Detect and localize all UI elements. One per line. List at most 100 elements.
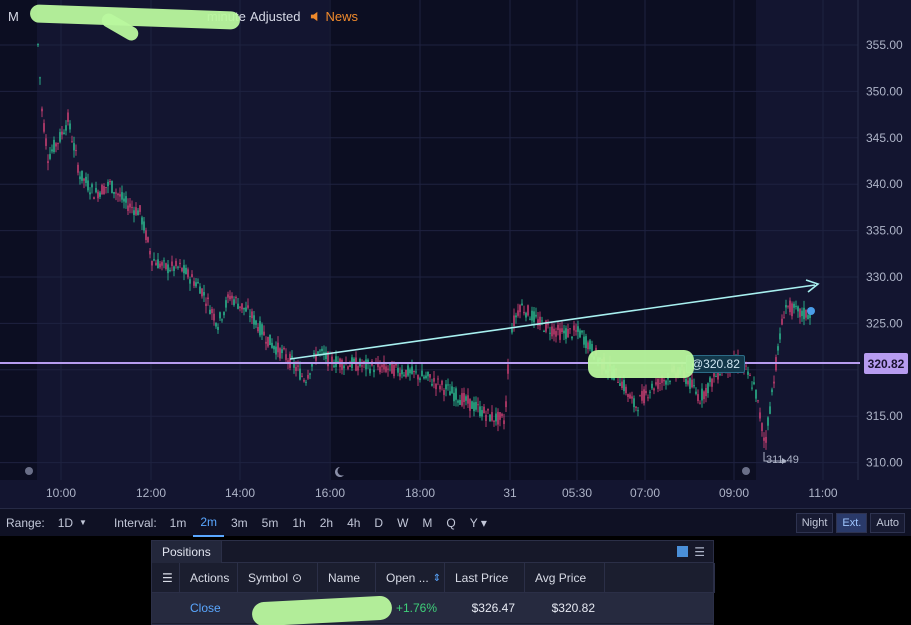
interval-y[interactable]: Y ▾	[463, 509, 494, 537]
interval-m[interactable]: M	[415, 509, 439, 537]
close-position-link[interactable]: Close	[180, 593, 238, 623]
candle-body	[175, 260, 177, 267]
interval-d[interactable]: D	[367, 509, 390, 537]
candle-body	[639, 395, 641, 397]
interval-q[interactable]: Q	[439, 509, 462, 537]
candle-body	[81, 170, 83, 181]
candle-body	[551, 326, 553, 337]
candle-body	[617, 381, 619, 383]
candle-body	[705, 388, 707, 397]
candle-body	[149, 250, 151, 255]
candle-body	[695, 391, 697, 394]
night-button[interactable]: Night	[795, 512, 834, 533]
candle-body	[641, 391, 643, 401]
candle-body	[485, 414, 487, 421]
candle-body	[785, 305, 787, 308]
candle-body	[59, 132, 61, 142]
col-avg-price[interactable]: Avg Price	[525, 563, 605, 593]
auto-button[interactable]: Auto	[870, 512, 905, 533]
symbol-title[interactable]: M	[8, 9, 19, 24]
candle-body	[503, 420, 505, 425]
candle-body	[207, 297, 209, 300]
col-symbol[interactable]: Symbol ⊙	[238, 563, 318, 593]
interval-2h[interactable]: 2h	[313, 509, 340, 537]
candle-body	[483, 406, 485, 414]
candle-body	[755, 389, 757, 399]
candle-body	[569, 328, 571, 330]
time-axis[interactable]: 10:00 12:00 14:00 16:00 18:00 31 05:30 07:00 09:…	[46, 486, 838, 500]
candle-body	[697, 394, 699, 401]
chart-area[interactable]: 355.00 350.00 345.00 340.00 335.00 330.00 325.…	[0, 0, 911, 508]
candle-body	[715, 376, 717, 378]
candle-body	[303, 379, 305, 382]
interval-2m[interactable]: 2m	[193, 509, 224, 537]
candle-body	[621, 381, 623, 389]
candle-body	[501, 413, 503, 417]
candle-body	[325, 351, 327, 359]
pin-marker-icon[interactable]	[807, 307, 815, 315]
candle-body	[277, 342, 279, 353]
col-actions[interactable]: Actions	[180, 563, 238, 593]
ext-button[interactable]: Ext.	[836, 512, 868, 533]
price-tick-label: 330.00	[866, 270, 903, 284]
candle-body	[579, 330, 581, 338]
candle-body	[437, 378, 439, 380]
settings-icon[interactable]: ⊙	[292, 571, 302, 585]
col-name[interactable]: Name	[318, 563, 376, 593]
interval-1h[interactable]: 1h	[285, 509, 312, 537]
redaction-mark-3	[588, 350, 694, 378]
candle-body	[419, 378, 421, 381]
position-price-tag[interactable]: @320.82	[686, 355, 745, 373]
col-last-price[interactable]: Last Price	[445, 563, 525, 593]
candle-body	[751, 387, 753, 389]
candle-body	[649, 391, 651, 393]
candle-body	[133, 210, 135, 215]
menu-icon[interactable]: ☰	[152, 563, 180, 593]
candle-body	[397, 367, 399, 373]
interval-label: Interval:	[113, 515, 157, 530]
price-tick-label: 340.00	[866, 177, 903, 191]
interval-4h[interactable]: 4h	[340, 509, 367, 537]
interval-3m[interactable]: 3m	[224, 509, 255, 537]
price-axis[interactable]: 355.00 350.00 345.00 340.00 335.00 330.00 325.…	[866, 38, 903, 470]
candle-body	[83, 178, 85, 181]
current-price-label: 320.82	[864, 353, 908, 374]
candle-body	[95, 187, 97, 193]
candle-body	[63, 132, 65, 134]
candle-body	[711, 378, 713, 387]
price-tick-label: 335.00	[866, 224, 903, 238]
candle-body	[799, 308, 801, 318]
candle-body	[707, 383, 709, 394]
interval-5m[interactable]: 5m	[255, 509, 286, 537]
candle-body	[349, 365, 351, 368]
candle-body	[481, 410, 483, 417]
range-dropdown[interactable]: 1D ▼	[51, 509, 94, 537]
interval-1m[interactable]: 1m	[163, 509, 194, 537]
col-open[interactable]: Open ... ⇕	[376, 563, 445, 593]
table-row[interactable]: Close +1.76% $326.47 $320.82	[152, 593, 713, 623]
info-square-icon[interactable]	[677, 546, 689, 557]
price-chart[interactable]: 355.00 350.00 345.00 340.00 335.00 330.00 325.…	[0, 0, 911, 508]
news-button[interactable]: News	[310, 9, 358, 24]
candle-body	[493, 420, 495, 422]
candle-body	[123, 198, 125, 202]
candle-body	[435, 383, 437, 390]
tab-positions[interactable]: Positions	[152, 540, 222, 563]
sun-icon-2	[742, 467, 750, 475]
candle-body	[573, 325, 575, 331]
candle-body	[645, 390, 647, 394]
candle-body	[271, 342, 273, 348]
candle-body	[213, 313, 215, 321]
candle-body	[191, 274, 193, 278]
candle-body	[369, 368, 371, 374]
candle-body	[177, 266, 179, 268]
list-icon[interactable]: ☰	[694, 545, 705, 559]
candle-body	[471, 401, 473, 409]
interval-w[interactable]: W	[390, 509, 415, 537]
time-tick-label: 31	[503, 486, 517, 500]
candle-body	[403, 374, 405, 376]
candle-body	[749, 375, 751, 377]
candle-body	[245, 307, 247, 312]
candle-body	[157, 259, 159, 269]
candle-body	[651, 383, 653, 389]
